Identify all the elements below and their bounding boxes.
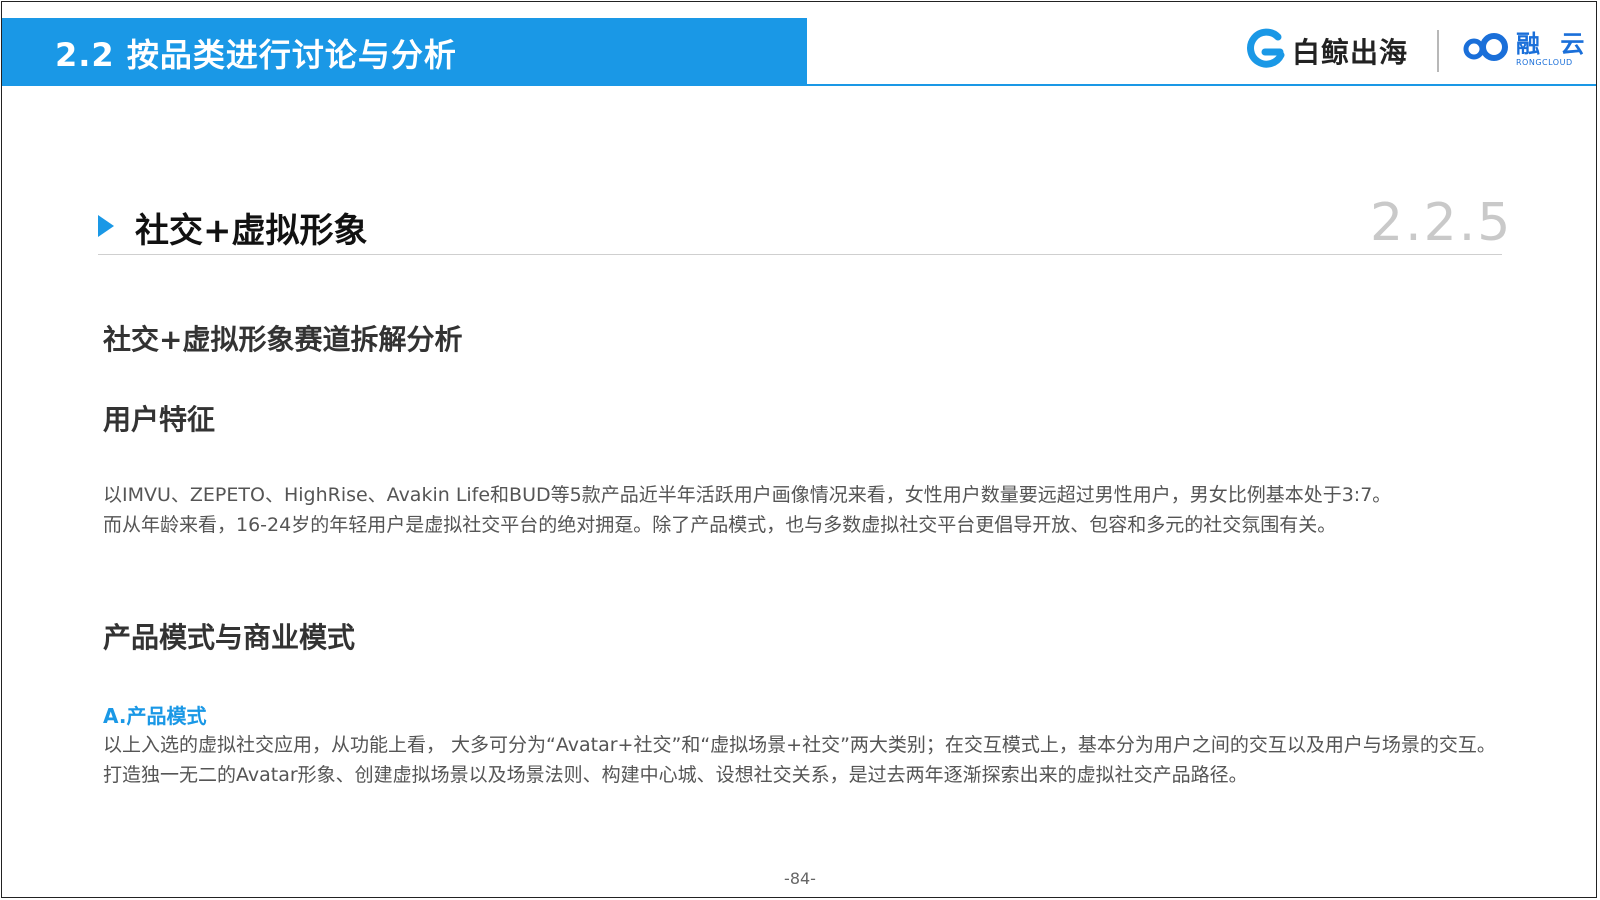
baijing-logo: 白鲸出海 [1244, 28, 1408, 74]
rongcloud-logo-en: RONGCLOUD [1516, 57, 1573, 67]
heading-user-features: 用户特征 [103, 403, 216, 436]
paragraph: 以IMVU、ZEPETO、HighRise、Avakin Life和BUD等5款… [103, 484, 1392, 506]
rongcloud-logo-cn: 融 云 [1516, 29, 1591, 58]
paragraph: 而从年龄来看，16-24岁的年轻用户是虚拟社交平台的绝对拥趸。除了产品模式，也与… [103, 514, 1337, 536]
user-features-text: 以IMVU、ZEPETO、HighRise、Avakin Life和BUD等5款… [103, 480, 1513, 540]
section-number: 2.2.5 [1370, 193, 1513, 253]
header-title: 2.2 按品类进行讨论与分析 [55, 36, 457, 74]
product-model-text: 以上入选的虚拟社交应用，从功能上看， 大多可分为“Avatar+社交”和“虚拟场… [103, 734, 1496, 786]
logo-divider [1437, 30, 1439, 72]
sub-heading-product-model: A.产品模式 [103, 704, 207, 728]
baijing-logo-text: 白鲸出海 [1292, 36, 1409, 69]
heading-product-business-model: 产品模式与商业模式 [103, 621, 356, 654]
heading-main: 社交+虚拟形象赛道拆解分析 [103, 323, 463, 356]
section-title: 社交+虚拟形象 [135, 211, 368, 251]
rongcloud-logo: 融 云 RONGCLOUD [1460, 30, 1590, 68]
baijing-g-logo-icon [1244, 28, 1286, 74]
rongcloud-infinity-logo-icon [1460, 30, 1510, 68]
header-rule [2, 84, 1596, 86]
triangle-right-icon [98, 215, 114, 241]
section-rule [98, 254, 1502, 255]
page-number: -84- [784, 869, 816, 888]
